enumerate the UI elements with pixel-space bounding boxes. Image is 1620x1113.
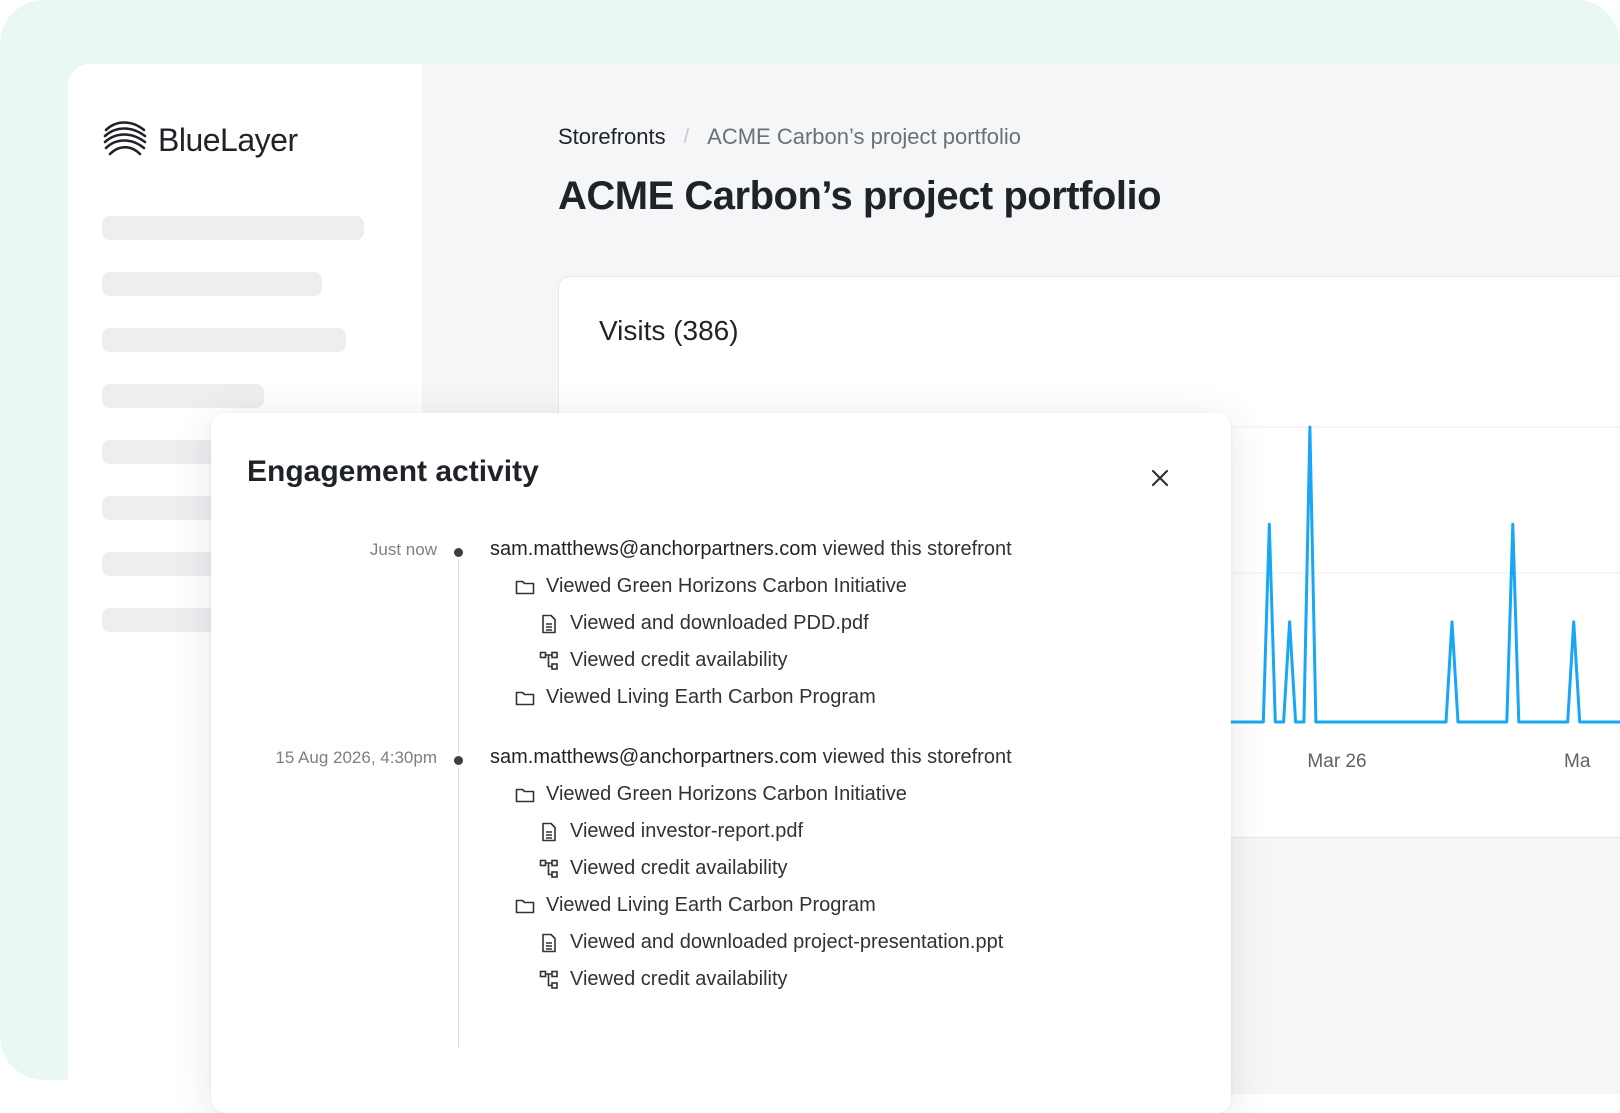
brand-name: BlueLayer xyxy=(158,122,298,158)
event-action: viewed this storefront xyxy=(817,538,1012,560)
close-button[interactable] xyxy=(1145,465,1175,495)
page-title: ACME Carbon’s project portfolio xyxy=(558,174,1162,218)
activity-item-text: Viewed investor-report.pdf xyxy=(570,820,804,842)
activity-item[interactable]: Viewed Living Earth Carbon Program xyxy=(514,894,876,917)
activity-item[interactable]: Viewed Living Earth Carbon Program xyxy=(514,686,876,709)
folder-icon xyxy=(514,687,536,709)
timeline-dot xyxy=(454,756,463,765)
activity-item-text: Viewed and downloaded PDD.pdf xyxy=(570,612,869,634)
x-tick-label: Mar 26 xyxy=(1307,751,1366,772)
engagement-activity-modal: Engagement activity Just now sam.matthews… xyxy=(211,413,1231,1113)
folder-icon xyxy=(514,895,536,917)
document-icon xyxy=(538,821,560,843)
activity-item-text: Viewed credit availability xyxy=(570,649,788,671)
activity-item[interactable]: Viewed credit availability xyxy=(538,649,788,672)
nav-item-placeholder[interactable] xyxy=(102,552,222,576)
nav-item-placeholder[interactable] xyxy=(102,272,322,296)
document-icon xyxy=(538,613,560,635)
activity-item[interactable]: Viewed Green Horizons Carbon Initiative xyxy=(514,575,907,598)
activity-item[interactable]: Viewed credit availability xyxy=(538,857,788,880)
event-timestamp: Just now xyxy=(369,540,437,559)
activity-item[interactable]: Viewed Green Horizons Carbon Initiative xyxy=(514,783,907,806)
hierarchy-icon xyxy=(538,858,560,880)
activity-item[interactable]: Viewed and downloaded project-presentati… xyxy=(538,931,1003,954)
activity-item-text: Viewed Living Earth Carbon Program xyxy=(546,686,876,708)
bluelayer-logo-icon xyxy=(102,116,148,165)
activity-item[interactable]: Viewed credit availability xyxy=(538,968,788,991)
activity-item[interactable]: Viewed investor-report.pdf xyxy=(538,820,803,843)
activity-item-text: Viewed Living Earth Carbon Program xyxy=(546,894,876,916)
nav-item-placeholder[interactable] xyxy=(102,496,222,520)
hierarchy-icon xyxy=(538,650,560,672)
nav-item-placeholder[interactable] xyxy=(102,328,346,352)
nav-item-placeholder[interactable] xyxy=(102,440,222,464)
event-summary: sam.matthews@anchorpartners.com viewed t… xyxy=(490,538,1012,561)
event-user-email[interactable]: sam.matthews@anchorpartners.com xyxy=(490,538,817,560)
hierarchy-icon xyxy=(538,969,560,991)
event-user-email[interactable]: sam.matthews@anchorpartners.com xyxy=(490,746,817,768)
event-summary: sam.matthews@anchorpartners.com viewed t… xyxy=(490,746,1012,769)
breadcrumb-storefronts[interactable]: Storefronts xyxy=(558,124,666,150)
brand-logo[interactable]: BlueLayer xyxy=(102,116,298,165)
breadcrumb-separator: / xyxy=(683,125,690,148)
nav-item-placeholder[interactable] xyxy=(102,384,264,408)
modal-title: Engagement activity xyxy=(247,455,539,488)
activity-item-text: Viewed Green Horizons Carbon Initiative xyxy=(546,575,907,597)
activity-item-text: Viewed credit availability xyxy=(570,968,788,990)
nav-item-placeholder[interactable] xyxy=(102,216,364,240)
activity-item[interactable]: Viewed and downloaded PDD.pdf xyxy=(538,612,869,635)
event-timestamp: 15 Aug 2026, 4:30pm xyxy=(275,748,437,767)
nav-item-placeholder[interactable] xyxy=(102,608,222,632)
timeline-line xyxy=(458,553,459,1048)
x-tick-label: Ma xyxy=(1564,751,1591,772)
breadcrumb: Storefronts / ACME Carbon’s project port… xyxy=(558,124,1021,150)
folder-icon xyxy=(514,784,536,806)
activity-item-text: Viewed and downloaded project-presentati… xyxy=(570,931,1004,953)
activity-item-text: Viewed credit availability xyxy=(570,857,788,879)
breadcrumb-current: ACME Carbon’s project portfolio xyxy=(707,124,1022,149)
activity-item-text: Viewed Green Horizons Carbon Initiative xyxy=(546,783,907,805)
folder-icon xyxy=(514,576,536,598)
document-icon xyxy=(538,932,560,954)
close-icon xyxy=(1150,468,1170,493)
event-action: viewed this storefront xyxy=(817,746,1012,768)
timeline-dot xyxy=(454,548,463,557)
